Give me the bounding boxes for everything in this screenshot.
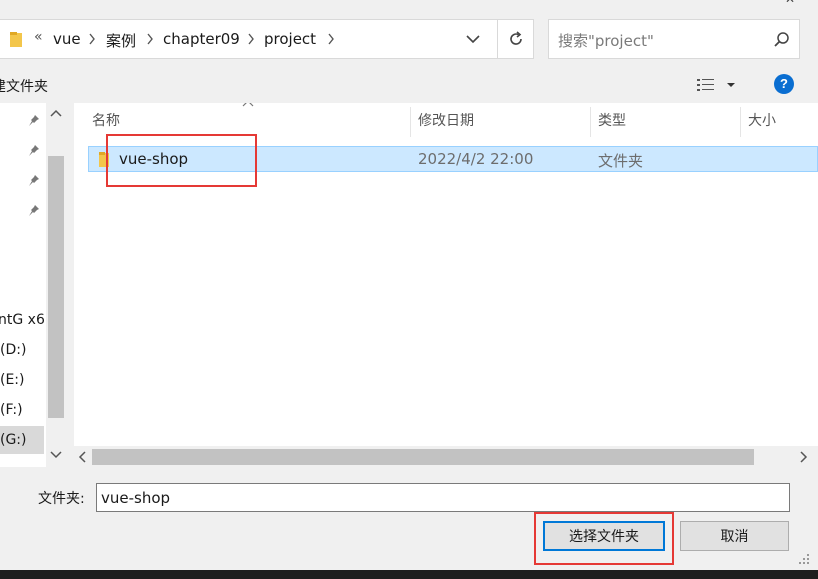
column-divider[interactable] bbox=[410, 107, 411, 137]
view-options-button[interactable] bbox=[696, 76, 742, 94]
navigation-pane: ntG x6 (D:) (E:) (F:) (G:) bbox=[0, 103, 66, 467]
list-item[interactable]: vue-shop 2022/4/2 22:00 文件夹 bbox=[88, 146, 818, 172]
list-scrollbar-thumb[interactable] bbox=[92, 449, 754, 465]
column-divider[interactable] bbox=[740, 107, 741, 137]
sort-ascending-icon bbox=[242, 103, 254, 107]
close-icon[interactable]: ✕ bbox=[785, 0, 799, 5]
pin-icon[interactable] bbox=[28, 174, 40, 186]
nav-item-drive[interactable]: ntG x6 bbox=[0, 306, 45, 334]
column-divider[interactable] bbox=[590, 107, 591, 137]
folder-picker-dialog: ✕ « vue 案例 chapter09 project 搜索"project"… bbox=[0, 0, 818, 570]
refresh-icon bbox=[509, 31, 522, 45]
folder-icon bbox=[99, 152, 109, 167]
column-header-type[interactable]: 类型 bbox=[598, 103, 626, 139]
scroll-down-icon[interactable] bbox=[50, 450, 62, 460]
column-header-modified[interactable]: 修改日期 bbox=[418, 103, 474, 139]
nav-scrollbar[interactable] bbox=[46, 103, 66, 467]
file-name: vue-shop bbox=[119, 150, 189, 168]
pin-icon[interactable] bbox=[28, 204, 40, 216]
column-header-name[interactable]: 名称 bbox=[92, 103, 120, 139]
folder-icon bbox=[10, 32, 22, 47]
help-icon[interactable]: ? bbox=[774, 74, 794, 94]
nav-item-drive-g[interactable]: (G:) bbox=[0, 426, 44, 454]
nav-scrollbar-thumb[interactable] bbox=[48, 156, 64, 418]
view-options-icon bbox=[697, 79, 714, 91]
breadcrumb-vue[interactable]: vue bbox=[53, 30, 81, 48]
search-box[interactable]: 搜索"project" bbox=[548, 19, 800, 59]
breadcrumb-project[interactable]: project bbox=[264, 30, 316, 48]
select-folder-button[interactable]: 选择文件夹 bbox=[543, 521, 665, 551]
size-grip-icon[interactable] bbox=[797, 552, 811, 566]
breadcrumb-overflow[interactable]: « bbox=[34, 29, 43, 45]
scroll-right-icon[interactable] bbox=[798, 451, 808, 463]
folder-name-field[interactable] bbox=[96, 483, 790, 512]
breadcrumb-cases[interactable]: 案例 bbox=[106, 30, 136, 51]
chevron-down-icon[interactable] bbox=[464, 30, 482, 48]
nav-item-drive-d[interactable]: (D:) bbox=[0, 336, 44, 364]
scroll-up-icon[interactable] bbox=[50, 108, 62, 118]
chevron-right-icon[interactable] bbox=[146, 33, 154, 45]
chevron-right-icon[interactable] bbox=[247, 33, 255, 45]
column-header-size[interactable]: 大小 bbox=[748, 103, 776, 139]
search-placeholder: 搜索"project" bbox=[558, 32, 654, 50]
search-icon[interactable] bbox=[773, 31, 790, 48]
breadcrumb-chapter09[interactable]: chapter09 bbox=[163, 30, 240, 48]
pin-icon[interactable] bbox=[28, 144, 40, 156]
chevron-down-icon bbox=[727, 83, 735, 87]
cancel-button[interactable]: 取消 bbox=[680, 521, 789, 551]
file-list: 名称 修改日期 类型 大小 vue-shop 2022/4/2 22:00 文件… bbox=[74, 103, 818, 467]
new-folder-button[interactable]: 建文件夹 bbox=[0, 76, 48, 96]
nav-item-drive-e[interactable]: (E:) bbox=[0, 366, 44, 394]
scroll-left-icon[interactable] bbox=[78, 451, 88, 463]
list-horizontal-scrollbar[interactable] bbox=[74, 446, 818, 467]
address-bar[interactable]: « vue 案例 chapter09 project bbox=[0, 19, 498, 59]
refresh-button[interactable] bbox=[498, 19, 534, 59]
nav-item-drive-f[interactable]: (F:) bbox=[0, 396, 44, 424]
chevron-right-icon[interactable] bbox=[327, 33, 335, 45]
file-type: 文件夹 bbox=[598, 152, 644, 170]
pin-icon[interactable] bbox=[28, 114, 40, 126]
chevron-right-icon[interactable] bbox=[88, 33, 96, 45]
folder-label: 文件夹: bbox=[38, 491, 85, 507]
file-modified: 2022/4/2 22:00 bbox=[418, 150, 534, 168]
